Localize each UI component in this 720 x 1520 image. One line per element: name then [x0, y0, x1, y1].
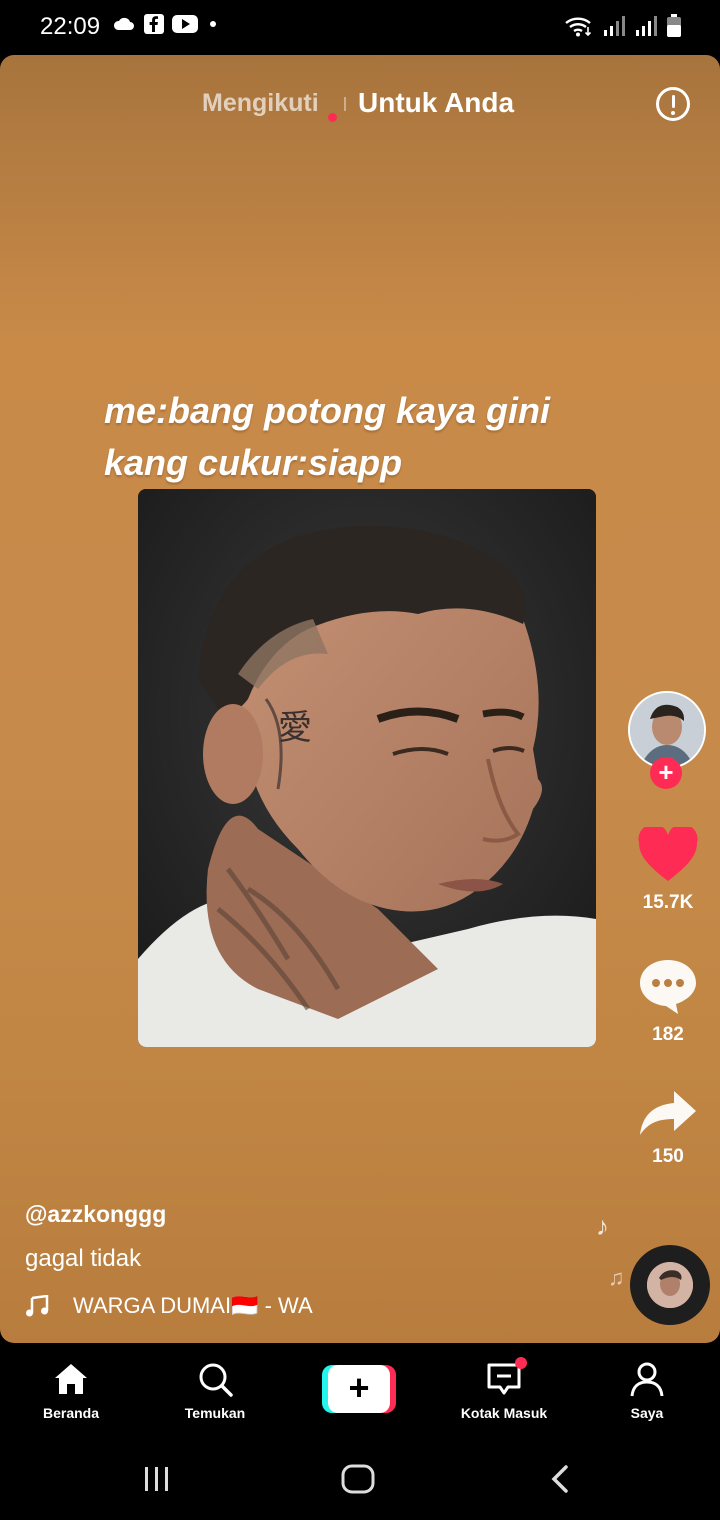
status-time: 22:09 — [40, 13, 101, 40]
share-action[interactable]: 150 — [628, 1089, 708, 1168]
nav-inbox-label: Kotak Masuk — [460, 1405, 548, 1421]
comment-icon[interactable] — [638, 957, 698, 1015]
comment-count: 182 — [652, 1024, 684, 1045]
system-icons — [564, 14, 682, 38]
facebook-icon — [144, 14, 164, 34]
signal-icon — [636, 16, 657, 36]
nav-profile[interactable]: Saya — [592, 1343, 702, 1439]
battery-icon — [667, 14, 681, 37]
cloud-icon — [113, 17, 134, 30]
notification-dot — [328, 113, 337, 122]
svg-text:愛: 愛 — [278, 708, 312, 748]
like-action[interactable]: 15.7K — [628, 823, 708, 914]
follow-plus-button[interactable]: + — [650, 757, 682, 789]
profile-icon[interactable] — [627, 1359, 667, 1399]
music-disc[interactable] — [630, 1245, 710, 1325]
system-nav — [0, 1439, 720, 1520]
nav-discover-label: Temukan — [184, 1405, 246, 1421]
video-overlay-text: me:bang potong kaya gini kang cukur:siap… — [104, 385, 550, 489]
wifi-icon — [565, 17, 592, 37]
share-count: 150 — [652, 1146, 684, 1167]
video-player[interactable]: Mengikuti Untuk Anda me:bang potong kaya… — [0, 55, 720, 1343]
home-button-icon[interactable] — [340, 1463, 376, 1495]
info-icon[interactable] — [656, 87, 690, 121]
overlay-line-1: me:bang potong kaya gini — [104, 390, 551, 431]
disc-cover-image — [647, 1262, 693, 1308]
inbox-notification-dot — [515, 1357, 527, 1369]
search-icon[interactable] — [195, 1359, 235, 1399]
heart-icon[interactable] — [637, 823, 699, 883]
status-bar: 22:09 — [0, 0, 720, 55]
video-photo: 愛 — [138, 489, 596, 1047]
overlay-line-2: kang cukur:siapp — [104, 442, 403, 483]
nav-inbox[interactable]: Kotak Masuk — [449, 1343, 559, 1439]
tab-following[interactable]: Mengikuti — [202, 89, 319, 118]
create-button[interactable]: + — [322, 1365, 396, 1413]
youtube-icon — [172, 15, 198, 33]
music-row[interactable]: WARGA DUMAI🇮🇩 - WA — [25, 1293, 329, 1319]
floating-note-icon: ♪ — [596, 1211, 609, 1241]
floating-note-icon: ♫ — [608, 1265, 625, 1290]
music-note-icon — [26, 1295, 49, 1317]
video-caption: gagal tidak — [25, 1245, 142, 1272]
nav-discover[interactable]: Temukan — [160, 1343, 270, 1439]
like-count: 15.7K — [642, 892, 694, 913]
home-icon[interactable] — [51, 1359, 91, 1399]
comment-action[interactable]: 182 — [628, 957, 708, 1046]
tab-divider — [344, 97, 346, 111]
creator-avatar[interactable]: + — [628, 691, 706, 789]
nav-home[interactable]: Beranda — [16, 1343, 126, 1439]
plus-icon[interactable]: + — [328, 1365, 390, 1413]
music-title[interactable]: WARGA DUMAI🇮🇩 - WA — [73, 1293, 329, 1319]
nav-profile-label: Saya — [630, 1405, 664, 1421]
share-icon[interactable] — [638, 1089, 698, 1137]
dot-icon — [210, 21, 216, 27]
feed-tabs: Mengikuti Untuk Anda — [0, 85, 720, 125]
signal-icon — [604, 16, 625, 36]
notification-icons — [112, 14, 220, 34]
person-photo: 愛 — [138, 489, 596, 1047]
avatar-image — [630, 693, 704, 767]
bottom-nav: Beranda Temukan + Kotak Masuk Saya — [0, 1343, 720, 1439]
recents-icon[interactable] — [140, 1463, 174, 1495]
music-disc-cover — [647, 1262, 693, 1308]
back-icon[interactable] — [546, 1463, 574, 1495]
nav-home-label: Beranda — [42, 1405, 100, 1421]
tab-for-you[interactable]: Untuk Anda — [358, 87, 514, 119]
creator-username[interactable]: @azzkonggg — [25, 1201, 166, 1228]
